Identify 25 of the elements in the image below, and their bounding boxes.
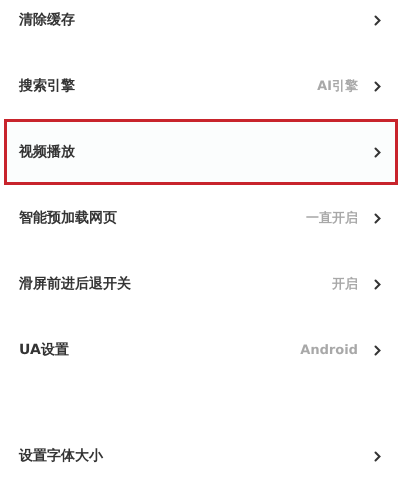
setting-label: 视频播放 xyxy=(19,143,76,161)
chevron-icon xyxy=(374,80,381,92)
setting-label: 设置字体大小 xyxy=(19,447,104,465)
settings-item[interactable]: 设置字体大小 xyxy=(4,423,398,488)
chevron-icon xyxy=(374,146,381,158)
chevron-icon xyxy=(374,450,381,462)
setting-value: Android xyxy=(300,342,358,358)
setting-label: 搜索引擎 xyxy=(19,77,76,95)
settings-item[interactable]: 清除缓存 xyxy=(4,0,398,53)
setting-value: AI引擎 xyxy=(317,78,358,95)
chevron-icon xyxy=(374,14,381,26)
setting-value: 开启 xyxy=(332,276,358,293)
setting-label: 智能预加载网页 xyxy=(19,209,118,227)
chevron-icon xyxy=(374,344,381,356)
chevron-icon xyxy=(374,212,381,224)
settings-item[interactable]: 滑屏前进后退开关 开启 xyxy=(4,251,398,317)
chevron-icon xyxy=(374,278,381,290)
setting-value: 一直开启 xyxy=(306,210,358,227)
setting-label: UA设置 xyxy=(19,341,70,359)
settings-item[interactable]: 搜索引擎 AI引擎 xyxy=(4,53,398,119)
setting-label: 滑屏前进后退开关 xyxy=(19,275,132,293)
settings-item[interactable]: 智能预加载网页 一直开启 xyxy=(4,185,398,251)
settings-item[interactable]: 视频播放 xyxy=(4,119,398,185)
settings-item[interactable]: UA设置 Android xyxy=(4,317,398,383)
setting-label: 清除缓存 xyxy=(19,11,76,29)
